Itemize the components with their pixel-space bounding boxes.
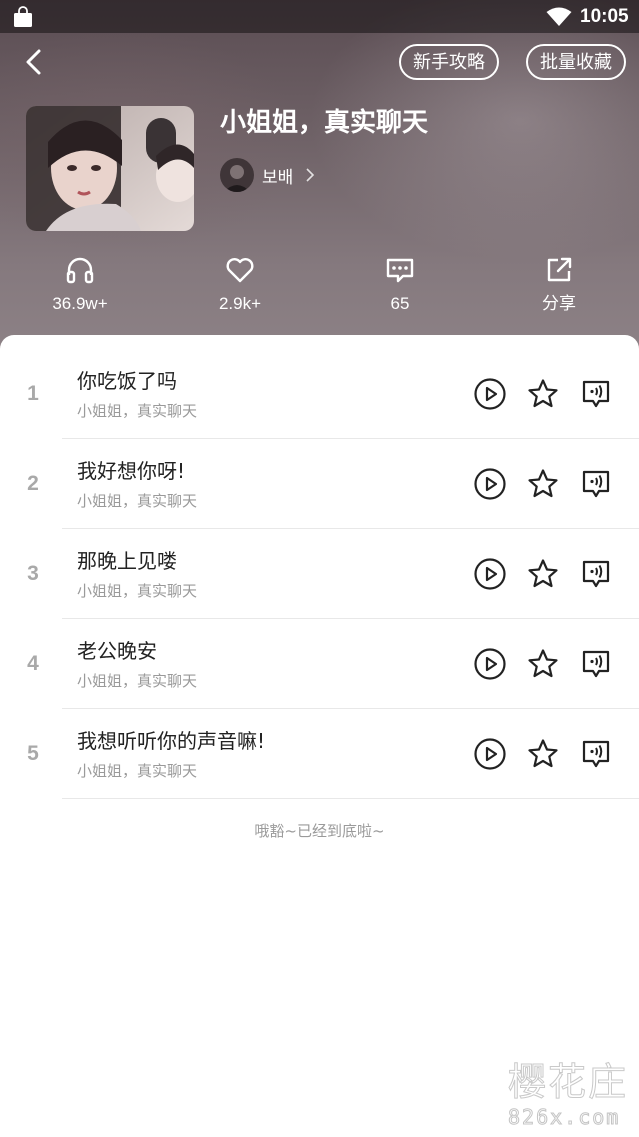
voice-message-button[interactable] [578,376,614,412]
track-title[interactable]: 我想听听你的声音嘛! [77,727,265,755]
headphones-icon [66,257,94,284]
author-name: 보배 [262,167,294,188]
star-icon [528,469,558,498]
play-button[interactable] [472,736,508,772]
play-button[interactable] [472,646,508,682]
share-label: 分享 [542,294,576,313]
star-icon [528,559,558,588]
track-subtitle: 小姐姐，真实聊天 [77,672,198,690]
author-avatar [220,158,254,192]
track-title[interactable]: 老公晚安 [77,637,157,665]
list-end-note: 哦豁~已经到底啦~ [254,822,385,840]
track-subtitle: 小姐姐，真实聊天 [77,492,198,510]
track-row[interactable]: 2 我好想你呀! 小姐姐，真实聊天 [0,439,639,529]
play-circle-icon [474,558,506,590]
beginner-guide-button[interactable]: 新手攻略 [399,44,499,80]
voice-message-button[interactable] [578,646,614,682]
play-circle-icon [474,738,506,770]
voice-message-icon [582,560,610,588]
back-button[interactable] [18,44,52,80]
track-subtitle: 小姐姐，真实聊天 [77,582,198,600]
voice-message-button[interactable] [578,466,614,502]
favorite-button[interactable] [525,736,561,772]
voice-message-icon [582,470,610,498]
voice-message-icon [582,380,610,408]
track-row[interactable]: 4 老公晚安 小姐姐，真实聊天 [0,619,639,709]
play-circle-icon [474,468,506,500]
voice-message-icon [582,650,610,678]
track-number: 2 [27,472,39,495]
batch-collect-button[interactable]: 批量收藏 [526,44,626,80]
voice-message-button[interactable] [578,736,614,772]
likes-stat[interactable]: 2.9k+ [185,254,295,324]
play-button[interactable] [472,556,508,592]
chevron-right-icon [306,168,315,182]
wifi-icon [546,7,572,26]
row-divider [62,798,639,799]
track-row[interactable]: 3 那晚上见喽 小姐姐，真实聊天 [0,529,639,619]
plays-count: 36.9w+ [52,294,108,313]
watermark-title: 樱花庄 [507,1060,629,1105]
voice-message-icon [582,740,610,768]
star-icon [528,739,558,768]
comments-count: 65 [390,294,410,313]
track-subtitle: 小姐姐，真实聊天 [77,762,198,780]
track-title[interactable]: 你吃饭了吗 [77,367,177,395]
track-subtitle: 小姐姐，真实聊天 [77,402,198,420]
watermark-url: 826x.com [507,1105,621,1130]
star-icon [528,379,558,408]
track-row[interactable]: 1 你吃饭了吗 小姐姐，真实聊天 [0,349,639,439]
track-title[interactable]: 我好想你呀! [77,457,185,485]
track-title[interactable]: 那晚上见喽 [77,547,177,575]
star-icon [528,649,558,678]
album-cover-image [26,106,194,231]
status-time: 10:05 [580,6,629,27]
track-number: 4 [27,652,39,675]
chevron-left-icon [26,49,41,75]
play-circle-icon [474,378,506,410]
status-bar: 10:05 [0,0,639,33]
comments-stat[interactable]: 65 [345,254,455,324]
share-icon [547,257,572,282]
album-cover [26,106,194,231]
play-circle-icon [474,648,506,680]
favorite-button[interactable] [525,466,561,502]
share-stat[interactable]: 分享 [504,254,614,324]
play-button[interactable] [472,376,508,412]
author-link[interactable]: 보배 [220,158,315,192]
plays-stat[interactable]: 36.9w+ [25,254,135,324]
comment-icon [386,258,414,283]
play-button[interactable] [472,466,508,502]
track-number: 1 [27,382,39,405]
favorite-button[interactable] [525,376,561,412]
heart-icon [226,258,254,283]
track-row[interactable]: 5 我想听听你的声音嘛! 小姐姐，真实聊天 [0,709,639,799]
favorite-button[interactable] [525,556,561,592]
track-list-card: 1 你吃饭了吗 小姐姐，真实聊天 2 我好想你呀! 小姐姐，真实聊天 3 那晚上… [0,335,639,1137]
track-number: 5 [27,742,39,765]
album-detail-screen: 10:05 新手攻略 批量收藏 小姐姐，真实聊天 보배 36.9w+ 2.9k+… [0,0,639,1137]
voice-message-button[interactable] [578,556,614,592]
shopping-bag-icon [14,6,32,27]
favorite-button[interactable] [525,646,561,682]
album-title: 小姐姐，真实聊天 [220,108,429,138]
track-number: 3 [27,562,39,585]
likes-count: 2.9k+ [218,294,262,313]
